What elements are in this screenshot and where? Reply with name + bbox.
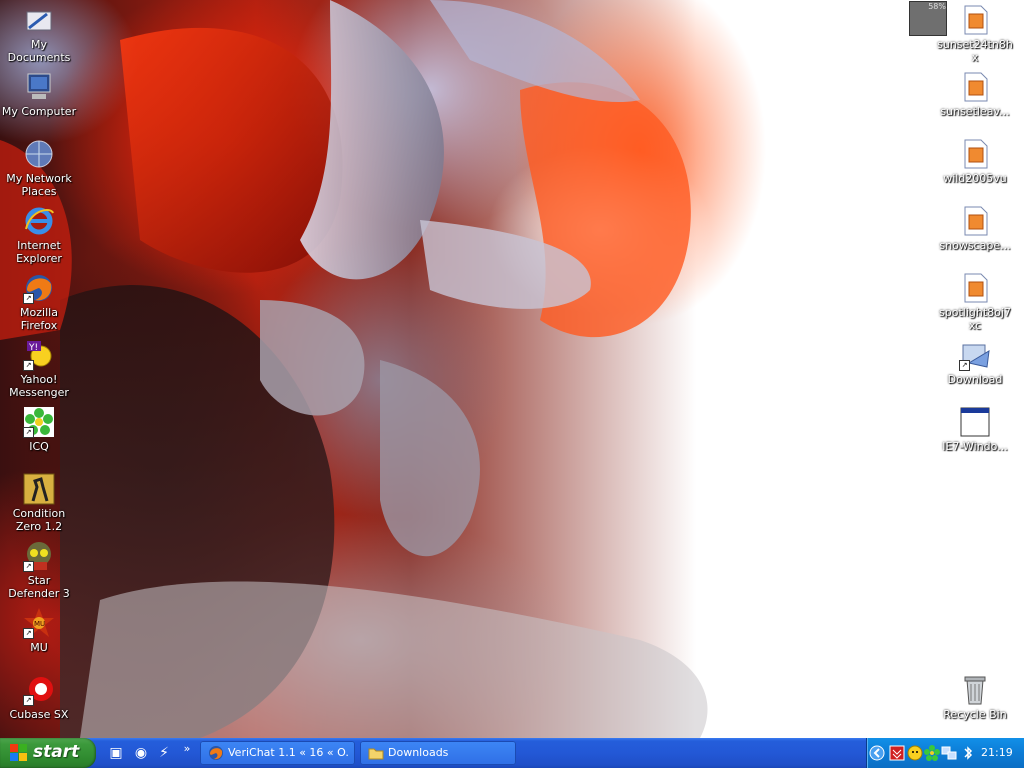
media-player-icon[interactable]: ◉ — [132, 744, 150, 762]
desktop-icon-sunset24[interactable]: sunset24tn8hx — [937, 4, 1013, 64]
desktop-icon-label: Recycle Bin — [943, 708, 1007, 721]
taskbar-button-downloads[interactable]: Downloads — [360, 741, 516, 765]
desktop-icon-label: sunsetleav... — [940, 105, 1010, 118]
show-desktop-icon[interactable]: ▣ — [107, 744, 125, 762]
yahoo-messenger-icon[interactable] — [907, 745, 923, 761]
desktop-icon-snowscape[interactable]: snowscape... — [937, 205, 1013, 252]
image-file-icon — [959, 272, 991, 304]
svg-text:Y!: Y! — [28, 343, 38, 353]
windows-flag-icon — [10, 744, 28, 762]
desktop-icon-my-computer[interactable]: My Computer — [1, 71, 77, 118]
mu-game-icon: MU ↗ — [23, 607, 55, 639]
shortcut-arrow-icon: ↗ — [23, 561, 34, 572]
download-shortcut-icon: ↗ — [959, 339, 991, 371]
desktop-icon-label: wild2005vu — [943, 172, 1007, 185]
desktop-icon-label: Internet Explorer — [16, 239, 62, 265]
desktop-icon-internet-explorer[interactable]: Internet Explorer — [1, 205, 77, 265]
desktop-icon-my-documents[interactable]: My Documents — [1, 4, 77, 64]
desktop-icon-label: Cubase SX — [9, 708, 69, 721]
desktop-icon-cubase-sx[interactable]: ↗ Cubase SX — [1, 674, 77, 721]
wallpaper-art — [0, 0, 708, 738]
recycle-bin-icon — [959, 674, 991, 706]
antivirus-icon[interactable] — [889, 745, 905, 761]
shortcut-arrow-icon: ↗ — [23, 360, 34, 371]
desktop-icon-label: sunset24tn8hx — [937, 38, 1013, 64]
firefox-icon — [208, 745, 224, 761]
desktop-icon-condition-zero[interactable]: Condition Zero 1.2 — [1, 473, 77, 533]
desktop-icon-label: Star Defender 3 — [8, 574, 70, 600]
yahoo-messenger-icon: Y! ↗ — [23, 339, 55, 371]
desktop-icon-download[interactable]: ↗ Download — [937, 339, 1013, 386]
image-file-icon — [959, 138, 991, 170]
star-defender-icon: ↗ — [23, 540, 55, 572]
taskbar-button-verichat[interactable]: VeriChat 1.1 « 16 « O... — [200, 741, 355, 765]
window-file-icon — [959, 406, 991, 438]
taskbar-button-label: Downloads — [388, 746, 449, 759]
firefox-icon: ↗ — [23, 272, 55, 304]
counter-strike-icon — [23, 473, 55, 505]
taskbar: start ▣ ◉ ⚡ » VeriChat 1.1 « 16 « O... D… — [0, 738, 1024, 768]
desktop-icon-icq[interactable]: ↗ ICQ — [1, 406, 77, 453]
computer-icon — [23, 71, 55, 103]
folder-documents-icon — [23, 4, 55, 36]
desktop-icon-label: snowscape... — [939, 239, 1011, 252]
quick-launch-more-button[interactable]: » — [178, 740, 196, 758]
desktop-icon-mozilla-firefox[interactable]: ↗ Mozilla Firefox — [1, 272, 77, 332]
desktop-icon-label: IE7-Windo... — [942, 440, 1008, 453]
start-label: start — [33, 742, 80, 762]
desktop-icon-mu[interactable]: MU ↗ MU — [1, 607, 77, 654]
desktop-icon-label: Mozilla Firefox — [20, 306, 58, 332]
network-icon[interactable] — [941, 745, 957, 761]
bluetooth-icon[interactable] — [960, 745, 976, 761]
cubase-icon: ↗ — [23, 674, 55, 706]
winamp-icon[interactable]: ⚡ — [155, 744, 173, 762]
network-globe-icon — [23, 138, 55, 170]
shortcut-arrow-icon: ↗ — [959, 360, 970, 371]
desktop-icon-label: My Documents — [7, 38, 71, 64]
icq-flower-icon: ↗ — [23, 406, 55, 438]
desktop-icon-recycle-bin[interactable]: Recycle Bin — [937, 674, 1013, 721]
desktop-icon-label: spotlight8oj7xc — [939, 306, 1011, 332]
svg-text:MU: MU — [34, 620, 45, 628]
desktop-icon-sunsetleav[interactable]: sunsetleav... — [937, 71, 1013, 118]
shortcut-arrow-icon: ↗ — [23, 695, 34, 706]
clock[interactable]: 21:19 — [981, 746, 1013, 759]
desktop-icon-star-defender[interactable]: ↗ Star Defender 3 — [1, 540, 77, 600]
desktop-icon-my-network-places[interactable]: My Network Places — [1, 138, 77, 198]
desktop-icon-label: Download — [947, 373, 1003, 386]
image-file-icon — [959, 4, 991, 36]
desktop-icon-spotlight[interactable]: spotlight8oj7xc — [937, 272, 1013, 332]
show-hidden-icons-icon[interactable] — [869, 745, 885, 761]
desktop-icon-label: Yahoo! Messenger — [9, 373, 69, 399]
shortcut-arrow-icon: ↗ — [23, 427, 34, 438]
start-button[interactable]: start — [0, 738, 96, 768]
desktop-icon-label: MU — [30, 641, 48, 654]
folder-icon — [368, 745, 384, 761]
desktop-icon-label: Condition Zero 1.2 — [12, 507, 66, 533]
desktop-icon-yahoo-messenger[interactable]: Y! ↗ Yahoo! Messenger — [1, 339, 77, 399]
shortcut-arrow-icon: ↗ — [23, 293, 34, 304]
desktop-icon-label: ICQ — [29, 440, 49, 453]
system-tray: 21:19 — [866, 738, 1024, 768]
desktop-icon-ie7-windows[interactable]: IE7-Windo... — [937, 406, 1013, 453]
desktop-icon-label: My Network Places — [6, 172, 72, 198]
taskbar-button-label: VeriChat 1.1 « 16 « O... — [228, 746, 348, 759]
icq-flower-icon[interactable] — [924, 745, 940, 761]
desktop-wallpaper — [0, 0, 1024, 738]
desktop-icon-label: My Computer — [1, 105, 77, 118]
internet-explorer-icon — [23, 205, 55, 237]
shortcut-arrow-icon: ↗ — [23, 628, 34, 639]
desktop-icon-wild2005[interactable]: wild2005vu — [937, 138, 1013, 185]
image-file-icon — [959, 205, 991, 237]
image-file-icon — [959, 71, 991, 103]
